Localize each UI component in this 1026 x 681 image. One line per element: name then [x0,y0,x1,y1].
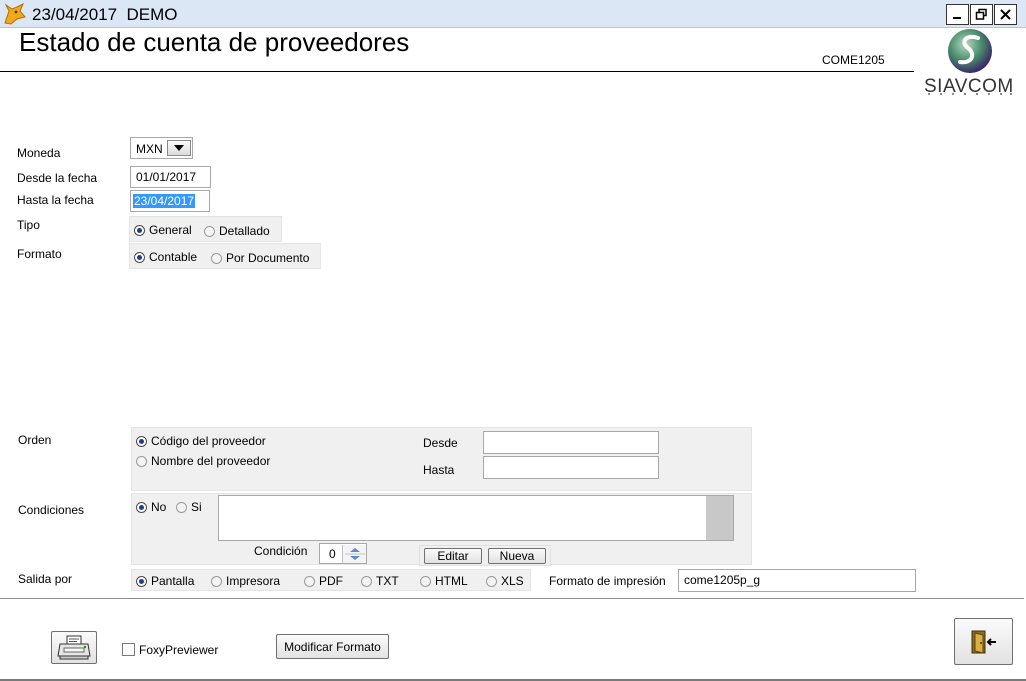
condiciones-scrollbar[interactable] [706,496,733,540]
radio-unselected-icon [486,575,497,587]
radio-unselected-icon [304,575,315,587]
editar-button[interactable]: Editar [424,548,482,564]
radio-selected-icon [136,501,147,513]
printer-icon [57,635,91,659]
condicion-label: Condición [254,544,308,558]
orden-desde-input[interactable] [483,431,659,454]
radio-unselected-icon [211,575,222,587]
radio-selected-icon [134,224,145,236]
salida-label: Salida por [18,572,73,586]
radio-unselected-icon [361,575,372,587]
hasta-fecha-label: Hasta la fecha [17,193,94,207]
radio-unselected-icon [204,225,215,237]
orden-hasta-input[interactable] [483,456,659,479]
minimize-icon [953,17,961,19]
minimize-button[interactable] [946,4,969,25]
condiciones-label: Condiciones [18,503,85,517]
exit-button[interactable] [954,618,1013,665]
radio-selected-icon [134,251,145,263]
tipo-label: Tipo [17,218,40,232]
radio-unselected-icon [211,252,222,264]
page-title: Estado de cuenta de proveedores [19,27,410,57]
salida-impresora-radio[interactable]: Impresora [211,574,280,588]
orden-hasta-label: Hasta [423,463,455,477]
formato-impresion-label: Formato de impresión [549,574,666,588]
restore-button[interactable] [970,4,993,25]
print-button[interactable] [51,631,97,664]
salida-pantalla-radio[interactable]: Pantalla [136,574,194,588]
condicion-spinner[interactable]: 0 [319,543,367,564]
moneda-value: MXN [136,142,163,156]
moneda-select[interactable]: MXN [130,137,193,159]
close-icon [1000,9,1011,20]
orden-nombre-radio[interactable]: Nombre del proveedor [136,454,270,468]
footer-divider [0,598,1024,599]
nueva-button[interactable]: Nueva [488,548,546,564]
window-title: 23/04/2017 DEMO [32,5,178,24]
salida-txt-radio[interactable]: TXT [361,574,399,588]
header-divider [0,71,914,72]
condiciones-no-radio[interactable]: No [136,500,166,514]
spinner-arrows[interactable] [342,545,366,563]
close-button[interactable] [994,4,1017,25]
hasta-fecha-input[interactable]: 23/04/2017 [130,190,210,212]
exit-door-icon [971,630,996,654]
formato-label: Formato [17,247,62,261]
chevron-down-icon[interactable] [167,140,191,156]
desde-fecha-input[interactable]: 01/01/2017 [130,166,211,188]
foxy-checkbox[interactable] [122,643,135,656]
radio-selected-icon [136,575,147,587]
radio-selected-icon [136,435,147,447]
salida-xls-radio[interactable]: XLS [486,574,524,588]
foxy-label: FoxyPreviewer [139,643,219,657]
logo-underline-dots [928,93,1012,95]
desde-fecha-label: Desde la fecha [17,171,98,185]
condiciones-si-radio[interactable]: Si [176,500,202,514]
orden-codigo-radio[interactable]: Código del proveedor [136,434,266,448]
tipo-general-radio[interactable]: General [134,223,192,237]
salida-pdf-radio[interactable]: PDF [304,574,343,588]
form-code: COME1205 [822,53,885,67]
modificar-formato-button[interactable]: Modificar Formato [276,634,389,659]
radio-unselected-icon [176,501,187,513]
radio-unselected-icon [420,575,431,587]
spinner-up-down-icon [345,548,365,560]
moneda-label: Moneda [17,146,61,160]
radio-unselected-icon [136,455,147,467]
salida-html-radio[interactable]: HTML [420,574,468,588]
hasta-fecha-value: 23/04/2017 [133,194,196,208]
condiciones-textarea[interactable] [218,495,734,541]
orden-desde-label: Desde [423,436,458,450]
condicion-value: 0 [329,547,336,561]
restore-icon [975,8,987,20]
formato-contable-radio[interactable]: Contable [134,250,197,264]
orden-label: Orden [18,433,52,447]
tipo-detallado-radio[interactable]: Detallado [204,224,270,238]
app-fox-icon [3,2,27,25]
formato-por-documento-radio[interactable]: Por Documento [211,251,309,265]
formato-impresion-input[interactable]: come1205p_g [678,569,916,592]
